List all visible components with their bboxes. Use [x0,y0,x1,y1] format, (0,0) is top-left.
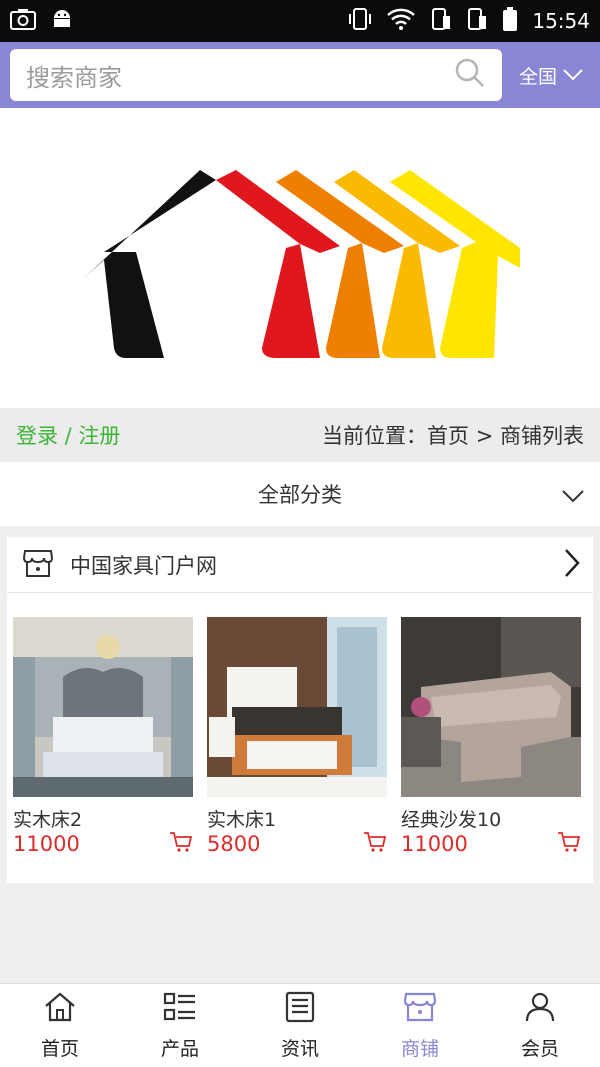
nav-products[interactable]: 产品 [120,984,240,1067]
product-list: 实木床2 11000 实木床1 5800 经典沙发10 11000 [13,617,587,857]
location-bar: 登录 / 注册 当前位置：首页 > 商铺列表 [0,408,600,462]
category-label: 全部分类 [258,483,342,507]
product-item[interactable]: 实木床2 11000 [13,617,193,857]
shop-header[interactable]: 中国家具门户网 [7,537,593,593]
search-icon[interactable] [454,57,486,93]
nav-products-label: 产品 [160,1037,199,1060]
shop-banner [0,108,600,408]
nav-shops-label: 商铺 [400,1037,439,1060]
android-icon [50,7,74,35]
news-icon [283,991,317,1028]
cart-icon[interactable] [363,831,387,857]
search-input[interactable]: 搜索商家 [10,49,502,101]
cart-icon[interactable] [557,831,581,857]
category-dropdown[interactable]: 全部分类 [0,462,600,526]
login-register-link[interactable]: 登录 / 注册 [16,420,120,450]
user-icon [523,991,557,1028]
product-name[interactable]: 实木床1 [207,805,387,831]
product-item[interactable]: 经典沙发10 11000 [401,617,581,857]
nav-member-label: 会员 [520,1037,559,1060]
product-name[interactable]: 经典沙发10 [401,805,581,831]
product-price: 11000 [13,832,80,856]
cart-icon[interactable] [169,831,193,857]
status-bar: 15:54 [0,0,600,42]
product-name[interactable]: 实木床2 [13,805,193,831]
nav-news-label: 资讯 [280,1037,319,1060]
nav-member[interactable]: 会员 [480,984,600,1067]
sim2-icon [466,6,488,36]
nav-shops[interactable]: 商铺 [360,984,480,1067]
chevron-down-icon [562,484,584,508]
shop-card[interactable]: 中国家具门户网 实木床2 11000 实木床1 5800 经典沙发10 1100… [7,537,593,883]
nav-home-label: 首页 [40,1037,79,1060]
product-image[interactable] [207,617,387,797]
nav-home[interactable]: 首页 [0,984,120,1067]
chevron-down-icon [563,64,583,86]
home-icon [43,991,77,1028]
product-image[interactable] [401,617,581,797]
clock: 15:54 [532,9,590,33]
region-selector[interactable]: 全国 [502,62,600,89]
house-logo [84,170,520,358]
sim1-icon [430,6,452,36]
search-placeholder: 搜索商家 [26,63,122,92]
shop-name: 中国家具门户网 [70,553,217,578]
breadcrumb: 当前位置：首页 > 商铺列表 [322,424,584,448]
chevron-right-icon[interactable] [563,548,581,582]
region-label: 全国 [518,65,557,88]
battery-icon [502,6,518,36]
list-icon [163,991,197,1028]
vibrate-icon [348,6,372,36]
product-item[interactable]: 实木床1 5800 [207,617,387,857]
wifi-icon [386,7,416,35]
product-image[interactable] [13,617,193,797]
product-price: 5800 [207,832,261,856]
shop-icon [403,991,437,1028]
bottom-nav: 首页 产品 资讯 商铺 会员 [0,983,600,1067]
product-price: 11000 [401,832,468,856]
search-header: 搜索商家 全国 [0,42,600,108]
store-icon [22,547,54,583]
nav-news[interactable]: 资讯 [240,984,360,1067]
screenshot-icon [10,8,36,34]
